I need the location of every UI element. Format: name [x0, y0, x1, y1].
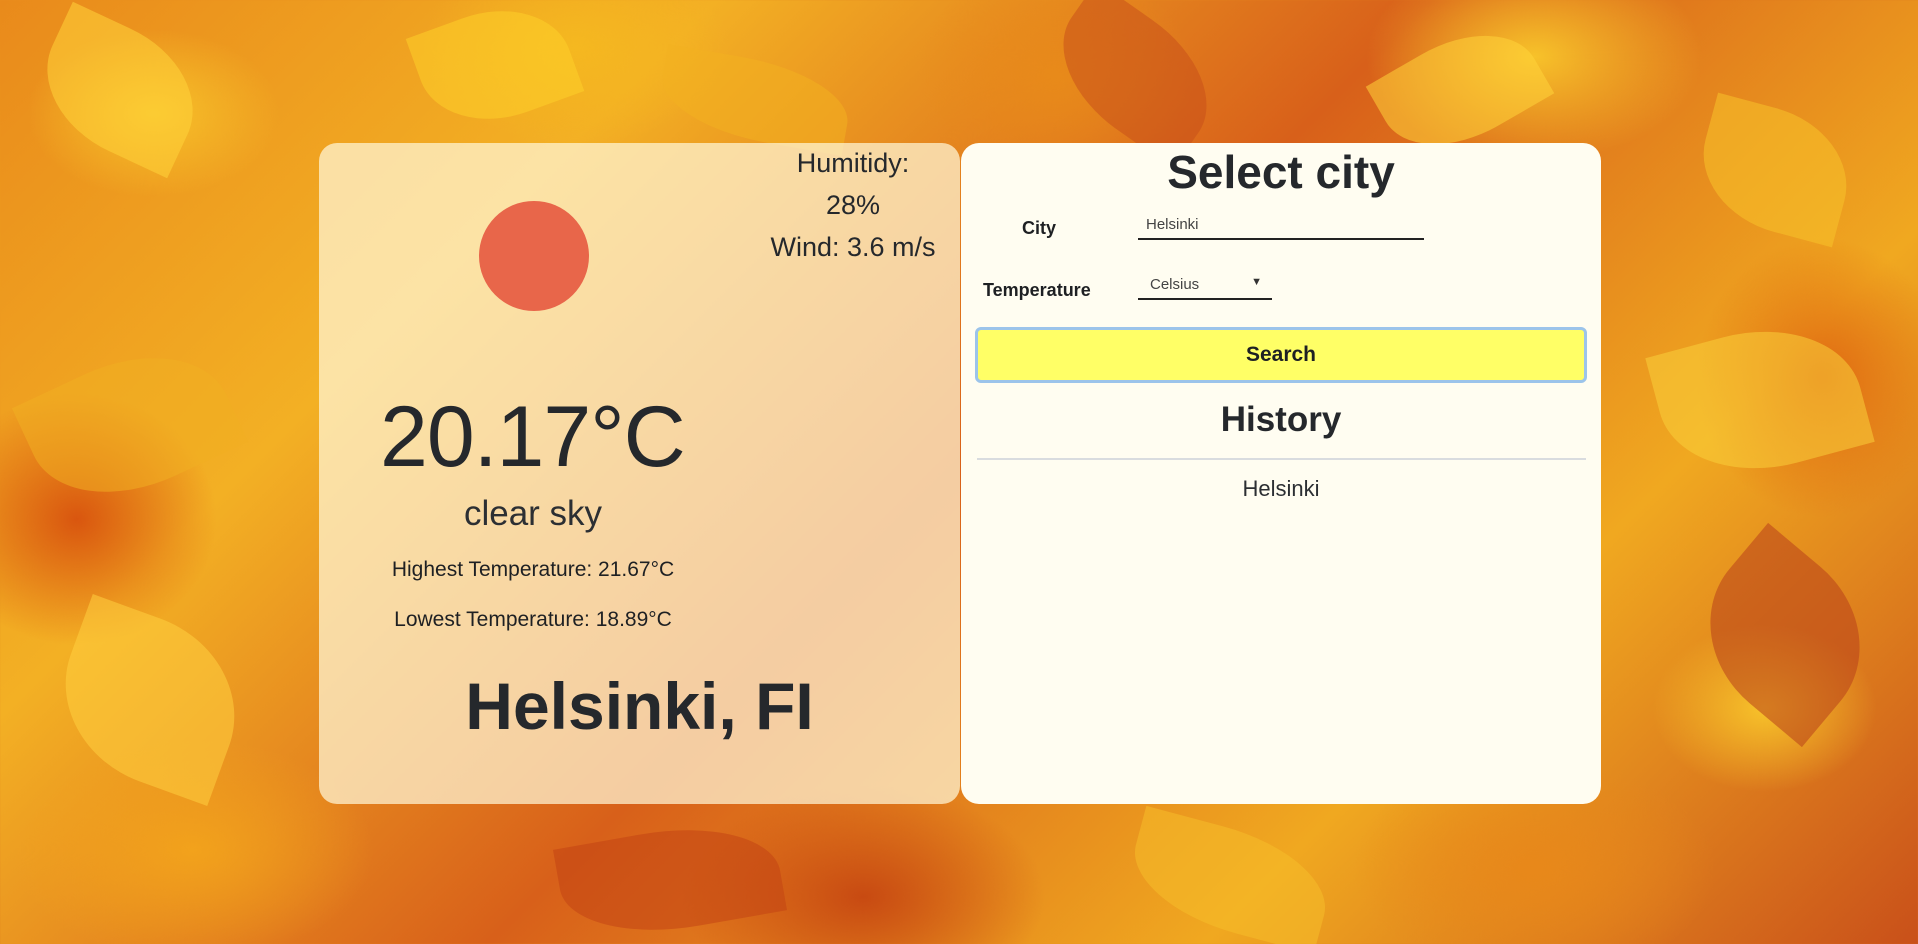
temperature-unit-select[interactable]: Celsius ▼ — [1138, 270, 1272, 300]
wind-speed: Wind: 3.6 m/s — [770, 232, 936, 262]
temperature-unit-label: Temperature — [983, 280, 1091, 300]
unit-selected-value: Celsius — [1150, 276, 1200, 293]
history-title: History — [1220, 400, 1342, 439]
highest-temperature: Highest Temperature: 21.67°C — [391, 558, 675, 581]
leaf-decoration — [38, 594, 262, 806]
humidity-label: Humitidy: — [796, 148, 910, 178]
select-city-title: Select city — [1167, 146, 1395, 198]
leaf-decoration — [22, 1, 218, 179]
leaf-decoration — [552, 811, 788, 944]
weather-description: clear sky — [463, 494, 603, 533]
leaf-decoration — [405, 0, 585, 143]
leaf-decoration — [654, 44, 856, 156]
leaf-decoration — [1120, 805, 1340, 944]
lowest-temperature: Lowest Temperature: 18.89°C — [394, 608, 672, 631]
leaf-decoration — [11, 323, 249, 527]
history-item[interactable]: Helsinki — [961, 476, 1601, 502]
leaf-decoration — [1671, 522, 1899, 748]
city-label: City — [1022, 218, 1057, 238]
search-card — [961, 143, 1601, 804]
leaf-decoration — [1687, 92, 1863, 248]
search-button[interactable]: Search — [975, 327, 1587, 383]
leaf-decoration — [1645, 306, 1875, 494]
chevron-down-icon: ▼ — [1251, 276, 1262, 288]
humidity-value: 28% — [825, 190, 881, 220]
city-input[interactable] — [1138, 210, 1424, 240]
sun-icon — [479, 201, 589, 311]
history-divider — [977, 458, 1586, 460]
current-temperature: 20.17°C — [380, 389, 686, 485]
location-name: Helsinki, FI — [465, 669, 814, 743]
